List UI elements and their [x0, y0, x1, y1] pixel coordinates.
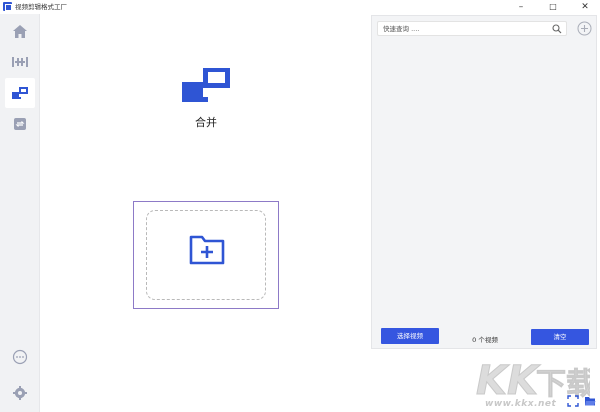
minimize-button[interactable]: –: [510, 0, 532, 14]
merge-large-icon: [182, 68, 230, 102]
app-title: 视频剪辑格式工厂: [15, 3, 67, 11]
add-folder-icon: [189, 235, 225, 265]
sidebar-item-home[interactable]: [5, 16, 35, 46]
app-logo-icon: [3, 2, 12, 11]
convert-icon: [14, 118, 26, 130]
search-icon[interactable]: [552, 24, 562, 34]
search-box: [377, 21, 567, 36]
drop-zone[interactable]: [133, 201, 279, 309]
svg-text:KK: KK: [476, 358, 541, 404]
title-bar: 视频剪辑格式工厂 – □ ✕: [0, 0, 600, 14]
maximize-button[interactable]: □: [542, 0, 564, 14]
close-button[interactable]: ✕: [574, 0, 596, 14]
settings-button[interactable]: [5, 378, 35, 408]
sidebar-item-merge[interactable]: [5, 78, 35, 108]
settings-icon: [13, 386, 27, 400]
open-folder-icon[interactable]: [584, 395, 596, 407]
trim-icon: [12, 57, 28, 67]
search-input[interactable]: [383, 23, 548, 35]
select-video-button[interactable]: 选择视频: [381, 328, 439, 344]
more-button[interactable]: [5, 342, 35, 372]
sidebar-item-trim[interactable]: [5, 47, 35, 77]
home-icon: [13, 24, 27, 38]
sidebar: [0, 14, 40, 412]
watermark-domain: www.kkx.net: [485, 399, 557, 409]
fullscreen-icon[interactable]: [567, 395, 579, 407]
page-title: 合并: [195, 116, 217, 129]
sidebar-item-convert[interactable]: [5, 109, 35, 139]
svg-text:下载: 下载: [536, 367, 590, 402]
add-icon[interactable]: [577, 21, 592, 36]
clear-button[interactable]: 清空: [531, 329, 589, 345]
video-count: 0 个视频: [472, 336, 498, 344]
merge-icon: [12, 87, 28, 99]
video-list-panel: 选择视频 0 个视频 清空: [371, 15, 597, 349]
more-icon: [12, 349, 28, 365]
